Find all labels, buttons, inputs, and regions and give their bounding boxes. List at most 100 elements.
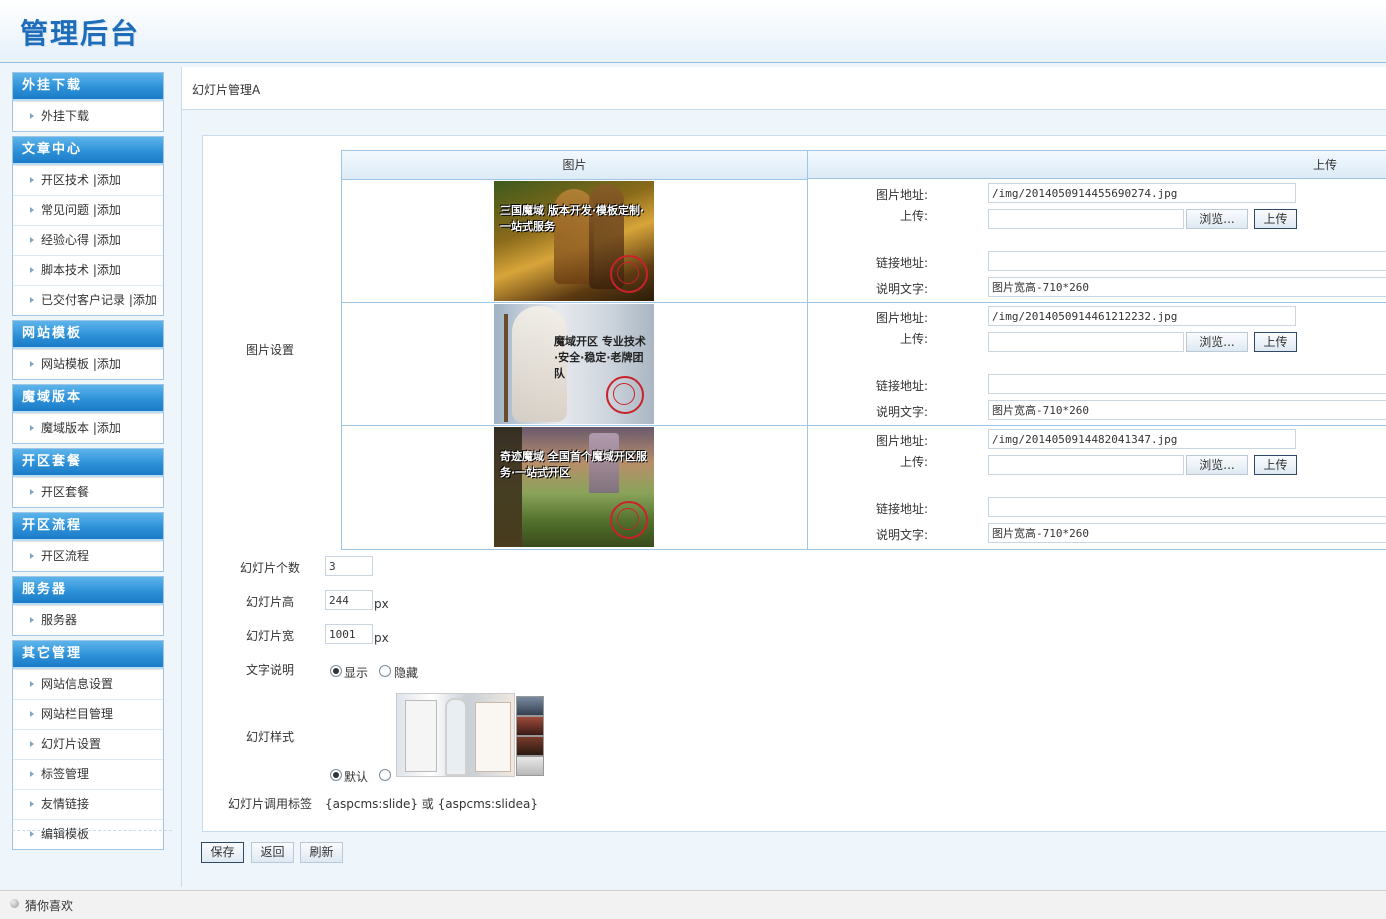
image-settings-label: 图片设置 [246, 343, 295, 357]
link-url-input[interactable] [988, 251, 1386, 271]
arrow-right-icon [30, 237, 34, 243]
style-preview-thumb [516, 756, 544, 776]
sidebar-item-servers[interactable]: 服务器 [13, 605, 163, 635]
image-url-label: 图片地址: [875, 434, 928, 448]
caption-label: 说明文字: [875, 282, 928, 296]
sidebar-item-client-records[interactable]: 已交付客户记录 |添加 [13, 285, 163, 315]
caption-hide-radio[interactable] [379, 665, 391, 677]
arrow-right-icon [30, 489, 34, 495]
mirror-shape [445, 698, 467, 776]
image-url-label: 图片地址: [875, 188, 928, 202]
style-preview-thumb [516, 716, 544, 736]
refresh-button[interactable]: 刷新 [300, 842, 343, 863]
browse-button[interactable]: 浏览... [1186, 209, 1248, 229]
sidebar-item-script-tech[interactable]: 脚本技术 |添加 [13, 255, 163, 285]
sidebar-item-process[interactable]: 开区流程 [13, 541, 163, 571]
menu-group-title[interactable]: 网站模板 [13, 321, 163, 349]
upload-button[interactable]: 上传 [1254, 209, 1297, 229]
menu-group-title[interactable]: 服务器 [13, 577, 163, 605]
image-url-input[interactable]: /img/2014050914455690274.jpg [988, 183, 1296, 203]
sidebar-item-links[interactable]: 友情链接 [13, 789, 163, 819]
menu-group-title[interactable]: 其它管理 [13, 641, 163, 669]
menu-group-title[interactable]: 外挂下载 [13, 73, 163, 101]
caption-label: 说明文字: [875, 405, 928, 419]
thumbnail-caption: 魔域开区 专业技术·安全·稳定·老牌团队 [554, 335, 646, 380]
width-unit: px [374, 631, 389, 645]
caption-input[interactable]: 图片宽高-710*260 [988, 400, 1386, 420]
upload-button[interactable]: 上传 [1254, 332, 1297, 352]
style-preview-image [396, 693, 515, 777]
sidebar-item-faq[interactable]: 常见问题 |添加 [13, 195, 163, 225]
sidebar-divider [12, 830, 172, 831]
upload-file-input[interactable] [988, 209, 1184, 229]
link-url-input[interactable] [988, 497, 1386, 517]
menu-group-plugin: 外挂下载 外挂下载 [12, 72, 164, 132]
menu-group-title[interactable]: 文章中心 [13, 137, 163, 165]
menu-group-title[interactable]: 开区套餐 [13, 449, 163, 477]
style-preview-thumb [516, 736, 544, 756]
browse-button[interactable]: 浏览... [1186, 455, 1248, 475]
thumbnail-caption: 三国魔域 版本开发·模板定制·一站式服务 [500, 204, 645, 233]
column-header-upload: 上传 [808, 151, 1386, 179]
style-default-radio[interactable] [330, 769, 342, 781]
sidebar-item-plugin-download[interactable]: 外挂下载 [13, 101, 163, 131]
menu-group-versions: 魔域版本 魔域版本 |添加 [12, 384, 164, 444]
furniture-shape [405, 700, 437, 772]
stamp-icon [610, 255, 648, 293]
arrow-right-icon [30, 361, 34, 367]
sidebar-item-packages[interactable]: 开区套餐 [13, 477, 163, 507]
slide-width-input[interactable]: 1001 [325, 624, 373, 644]
staff-shape [504, 314, 508, 422]
upload-label: 上传: [899, 332, 928, 346]
caption-label: 说明文字: [875, 528, 928, 542]
sidebar-item-server-tech[interactable]: 开区技术 |添加 [13, 165, 163, 195]
style-alt-radio[interactable] [379, 769, 391, 781]
image-url-input[interactable]: /img/2014050914482041347.jpg [988, 429, 1296, 449]
table-row-divider [342, 425, 1386, 426]
sidebar-item-columns[interactable]: 网站栏目管理 [13, 699, 163, 729]
sidebar-item-tags[interactable]: 标签管理 [13, 759, 163, 789]
caption-input[interactable]: 图片宽高-710*260 [988, 277, 1386, 297]
menu-group-other: 其它管理 网站信息设置 网站栏目管理 幻灯片设置 标签管理 友情链接 编辑模板 [12, 640, 164, 850]
menu-group-title[interactable]: 开区流程 [13, 513, 163, 541]
arrow-right-icon [30, 741, 34, 747]
upload-label: 上传: [899, 455, 928, 469]
link-url-input[interactable] [988, 374, 1386, 394]
menu-group-servers: 服务器 服务器 [12, 576, 164, 636]
menu-group-title[interactable]: 魔域版本 [13, 385, 163, 413]
sidebar-item-experience[interactable]: 经验心得 |添加 [13, 225, 163, 255]
save-button[interactable]: 保存 [201, 842, 244, 863]
slide-count-input[interactable]: 3 [325, 556, 373, 576]
sidebar-item-edit-templates[interactable]: 编辑模板 [13, 819, 163, 849]
tree-shape [494, 427, 522, 547]
page-title: 幻灯片管理A [192, 83, 261, 97]
slide-tag-value: {aspcms:slide} 或 {aspcms:slidea} [325, 797, 538, 811]
upload-button[interactable]: 上传 [1254, 455, 1297, 475]
caption-input[interactable]: 图片宽高-710*260 [988, 523, 1386, 543]
upload-file-input[interactable] [988, 332, 1184, 352]
cabinet-shape [475, 702, 511, 772]
recommend-link[interactable]: 猜你喜欢 [25, 897, 73, 914]
bottom-bar: 猜你喜欢 [0, 890, 1386, 919]
caption-show-radio[interactable] [330, 665, 342, 677]
back-button[interactable]: 返回 [251, 842, 294, 863]
sidebar-item-site-templates[interactable]: 网站模板 |添加 [13, 349, 163, 379]
caption-hide-label: 隐藏 [394, 666, 419, 680]
sidebar-item-site-info[interactable]: 网站信息设置 [13, 669, 163, 699]
sidebar-item-slides[interactable]: 幻灯片设置 [13, 729, 163, 759]
slides-table: 图片 上传 三国魔域 版本开发·模板定制·一站式服务 图片地址: /img/20… [341, 150, 1386, 550]
image-url-input[interactable]: /img/2014050914461212232.jpg [988, 306, 1296, 326]
arrow-right-icon [30, 177, 34, 183]
browse-button[interactable]: 浏览... [1186, 332, 1248, 352]
slide-height-input[interactable]: 244 [325, 590, 373, 610]
upload-file-input[interactable] [988, 455, 1184, 475]
menu-group-process: 开区流程 开区流程 [12, 512, 164, 572]
arrow-right-icon [30, 553, 34, 559]
table-row-divider [342, 302, 1386, 303]
arrow-right-icon [30, 801, 34, 807]
circle-icon [10, 899, 19, 908]
header: 管理后台 [0, 0, 1386, 63]
arrow-right-icon [30, 297, 34, 303]
sidebar-item-versions[interactable]: 魔域版本 |添加 [13, 413, 163, 443]
slide-thumbnail: 奇迹魔域 全国首个魔域开区服务·一站式开区 [494, 427, 654, 547]
